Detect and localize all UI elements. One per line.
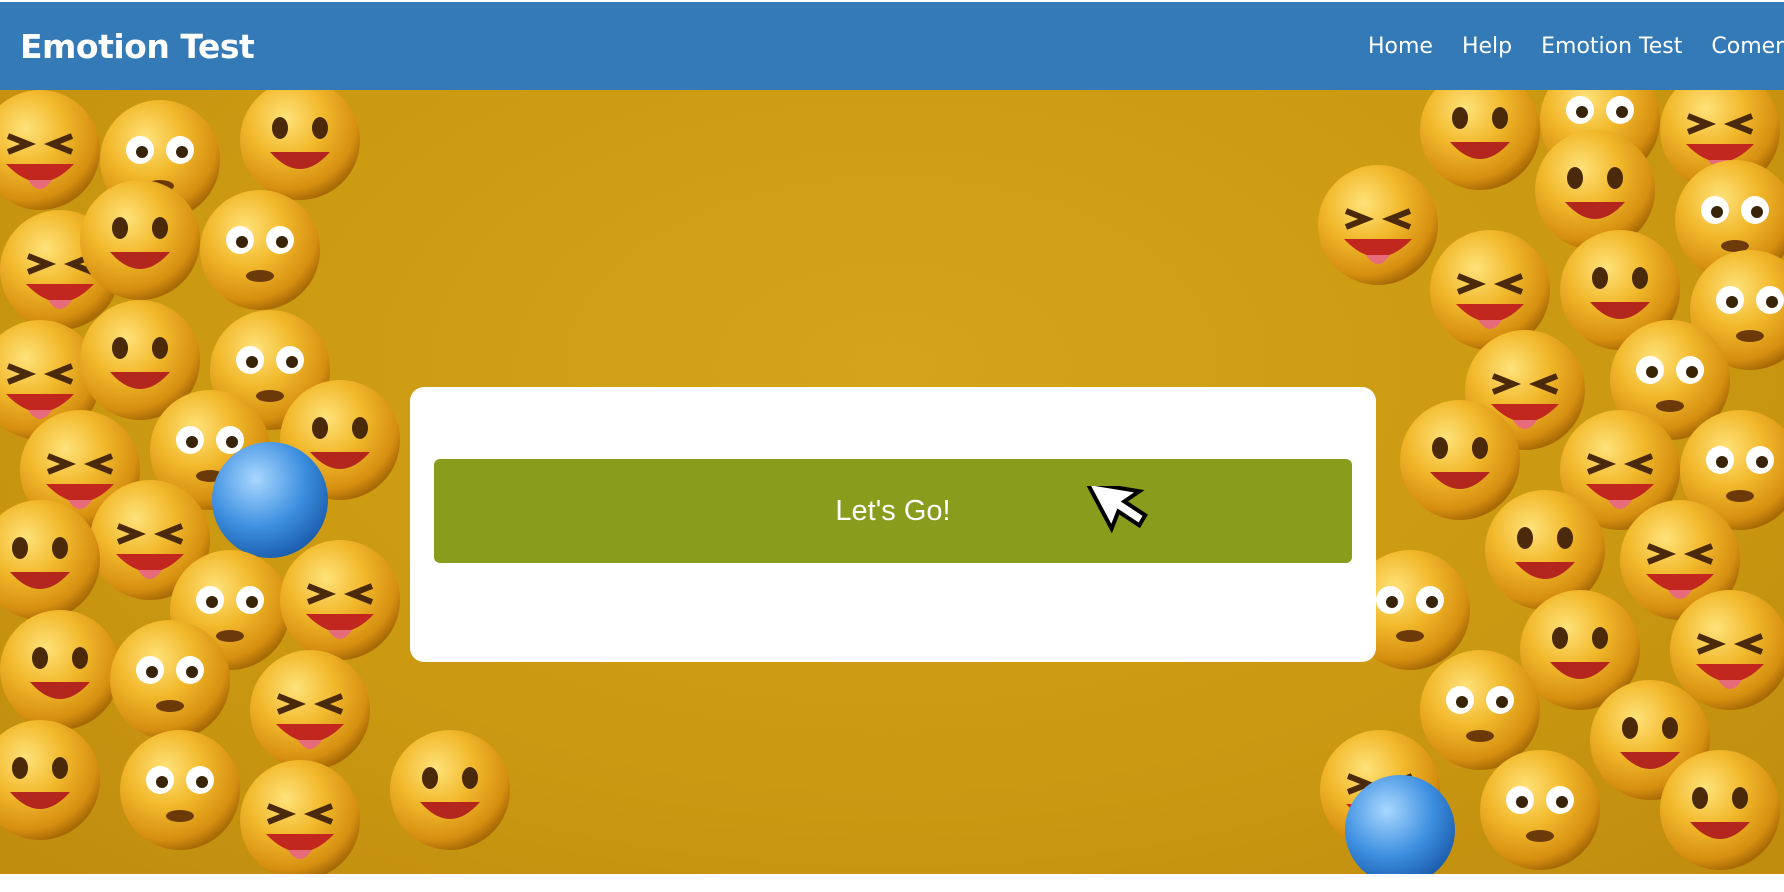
- navbar: Emotion Test Home Help Emotion Test Come…: [0, 2, 1784, 90]
- emoji-background: Let's Go!: [0, 90, 1784, 874]
- nav-help[interactable]: Help: [1462, 34, 1512, 59]
- start-card: Let's Go!: [410, 387, 1376, 662]
- brand-title[interactable]: Emotion Test: [20, 2, 255, 92]
- nav-coment[interactable]: Coment: [1711, 34, 1784, 59]
- nav-emotion-test[interactable]: Emotion Test: [1541, 34, 1682, 59]
- mouse-cursor-icon: [1083, 486, 1148, 534]
- nav-home[interactable]: Home: [1368, 34, 1433, 59]
- nav-links: Home Help Emotion Test Coment: [1368, 2, 1784, 90]
- page-bottom-edge: [0, 874, 1784, 892]
- lets-go-button[interactable]: Let's Go!: [434, 459, 1352, 563]
